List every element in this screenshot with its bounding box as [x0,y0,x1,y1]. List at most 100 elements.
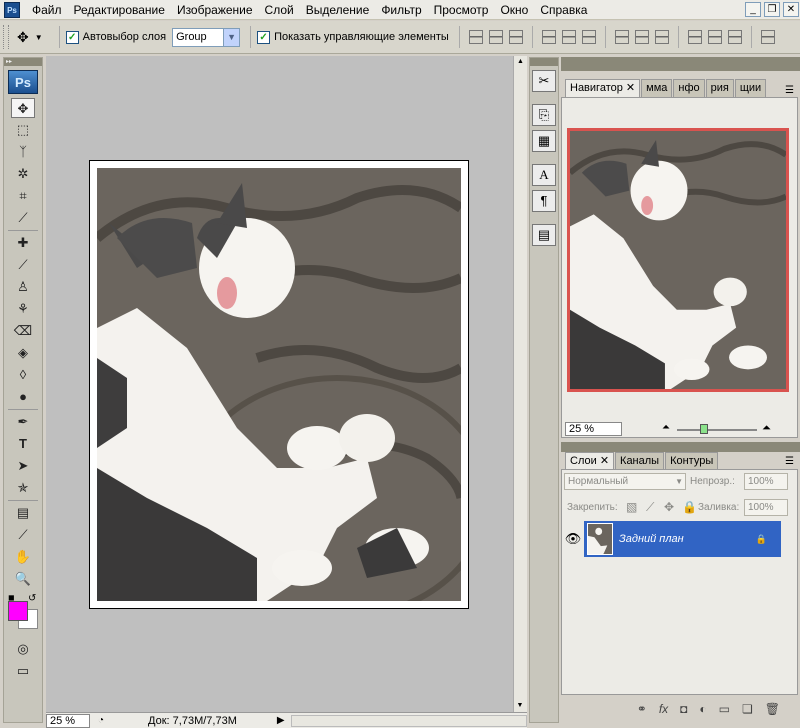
close-button[interactable]: ✕ [783,2,799,17]
foreground-color-swatch[interactable] [8,601,28,621]
scroll-down-icon[interactable]: ▼ [514,700,526,712]
fx-icon[interactable]: fx [659,702,668,716]
eraser-tool-icon[interactable]: ⌫ [11,321,35,341]
move-tool-icon[interactable]: ✥ [17,29,29,46]
move-tool-icon[interactable]: ✥ [11,98,35,118]
eyedropper-tool-icon[interactable]: ⟋ [11,208,35,228]
minimize-button[interactable]: _ [745,2,761,17]
adjustment-icon[interactable]: ◐ [699,702,706,716]
type-tool-icon[interactable]: T [11,434,35,454]
menu-filter[interactable]: Фильтр [375,0,427,20]
align-bottom-icon[interactable] [508,30,523,44]
layer-name[interactable]: Задний план [619,533,684,545]
zoom-out-icon[interactable]: ⏶ [662,422,670,433]
new-layer-icon[interactable]: ❏ [742,702,753,716]
magic-wand-tool-icon[interactable]: ✲ [11,164,35,184]
quick-mask-icon[interactable]: ◎ [11,639,35,659]
panel-column-header[interactable] [561,57,800,71]
canvas-area[interactable] [46,56,513,712]
status-arrow-icon[interactable]: ▶ [277,715,285,726]
character-icon[interactable]: A [532,164,556,186]
notes-tool-icon[interactable]: ▤ [11,503,35,523]
menu-window[interactable]: Окно [494,0,534,20]
pen-tool-icon[interactable]: ✒ [11,412,35,432]
fill-field[interactable]: 100% [744,499,788,516]
navigator-thumbnail[interactable] [567,128,789,392]
shape-tool-icon[interactable]: ✯ [11,478,35,498]
tab-layers[interactable]: Слои ✕ [565,452,615,470]
link-icon[interactable]: ⚭ [637,702,647,716]
align-left-icon[interactable] [541,30,556,44]
menu-help[interactable]: Справка [534,0,593,20]
document-image[interactable] [97,168,461,601]
canvas-horizontal-scrollbar[interactable] [290,714,527,727]
autoselect-select[interactable]: Group ▼ [172,27,241,47]
tool-presets-icon[interactable]: ✂ [532,70,556,92]
blur-tool-icon[interactable]: ◊ [11,365,35,385]
navigator-menu-icon[interactable]: ☰ [785,85,794,96]
dodge-tool-icon[interactable]: ● [11,387,35,407]
layers-menu-icon[interactable]: ☰ [785,456,794,467]
swap-colors-icon[interactable]: ↺ [28,593,36,604]
menu-image[interactable]: Изображение [171,0,259,20]
hand-tool-icon[interactable]: ✋ [11,547,35,567]
restore-button[interactable]: ❐ [764,2,780,17]
dock-header[interactable] [530,58,558,66]
screen-mode-icon[interactable]: ▭ [11,661,35,681]
options-grip[interactable] [3,25,9,49]
lock-position-icon[interactable]: ✥ [664,500,674,514]
tab-actions[interactable]: щии [734,79,767,97]
path-selection-tool-icon[interactable]: ➤ [11,456,35,476]
trash-icon[interactable]: 🗑 [765,702,780,716]
close-icon[interactable]: ✕ [626,82,635,94]
align-right-icon[interactable] [581,30,596,44]
group-icon[interactable]: ▭ [719,702,730,716]
brush-tool-icon[interactable]: ⟋ [11,255,35,275]
clone-source-icon[interactable]: ▦ [532,130,556,152]
menu-select[interactable]: Выделение [300,0,376,20]
status-menu-icon[interactable]: ◔ [98,715,104,726]
navigator-zoom-slider[interactable] [677,429,757,431]
distribute-left-icon[interactable] [687,30,702,44]
menu-layer[interactable]: Слой [259,0,300,20]
canvas-vertical-scrollbar[interactable]: ▲ ▼ [513,56,527,712]
healing-brush-tool-icon[interactable]: ✚ [11,233,35,253]
blend-mode-select[interactable]: Нормальный ▼ [564,473,686,490]
ps-logo[interactable]: Ps [8,70,38,94]
menu-edit[interactable]: Редактирование [68,0,171,20]
tab-info[interactable]: нфо [673,79,705,97]
distribute-bottom-icon[interactable] [654,30,669,44]
auto-align-icon[interactable] [760,30,775,44]
status-zoom-field[interactable]: 25 % [46,713,90,728]
tab-history[interactable]: рия [705,79,734,97]
lock-all-icon[interactable]: 🔒 [682,500,697,514]
lock-transparency-icon[interactable]: ▧ [626,500,637,514]
zoom-tool-icon[interactable]: 🔍 [11,569,35,589]
crop-tool-icon[interactable]: ⌗ [11,186,35,206]
tool-preset-chevron-icon[interactable]: ▼ [35,33,43,42]
zoom-in-icon[interactable]: ⏶ [762,422,771,435]
toolbox-header[interactable]: ▸▸ [4,58,42,66]
layer-comps-icon[interactable]: ▤ [532,224,556,246]
paragraph-icon[interactable]: ¶ [532,190,556,212]
distribute-right-icon[interactable] [727,30,742,44]
autoselect-checkbox[interactable]: ✓ [65,30,79,44]
tab-histogram[interactable]: мма [641,79,673,97]
distribute-vcenter-icon[interactable] [634,30,649,44]
lasso-tool-icon[interactable]: ᛉ [11,142,35,162]
lock-pixels-icon[interactable]: ⟋ [646,500,654,515]
layer-selected[interactable]: Задний план 🔒 [584,521,781,557]
navigator-zoom-knob[interactable] [700,424,708,434]
distribute-hcenter-icon[interactable] [707,30,722,44]
navigator-zoom-input[interactable]: 25 % [565,422,622,436]
align-top-icon[interactable] [468,30,483,44]
distribute-top-icon[interactable] [614,30,629,44]
marquee-tool-icon[interactable]: ⬚ [11,120,35,140]
paint-bucket-tool-icon[interactable]: ◈ [11,343,35,363]
align-vcenter-icon[interactable] [488,30,503,44]
eye-icon[interactable]: 👁 [562,531,584,547]
history-brush-tool-icon[interactable]: ⚘ [11,299,35,319]
brushes-icon[interactable]: ⎘ [532,104,556,126]
tab-channels[interactable]: Каналы [615,452,665,470]
mask-icon[interactable]: ◘ [680,702,687,716]
